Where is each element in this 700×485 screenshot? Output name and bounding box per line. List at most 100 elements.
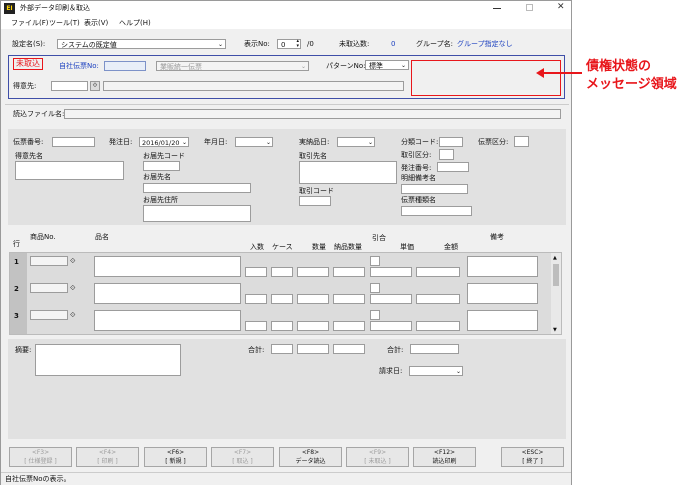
delivery-qty-header: 納品数量 [334, 243, 362, 251]
in-qty-input[interactable] [245, 267, 267, 277]
unit-price-input[interactable] [370, 321, 412, 331]
case-input[interactable] [271, 294, 293, 304]
minimize-icon[interactable] [493, 8, 501, 9]
dest-code-input[interactable] [143, 161, 180, 171]
own-slip-input[interactable] [104, 61, 146, 71]
app-window: EI 外部データ印刷＆取込 ✕ ファイル(F) ツール(T) 表示(V) ヘルプ… [0, 0, 572, 485]
f12-read-print-button[interactable]: <F12> 読込印刷 [413, 447, 476, 467]
total1-label: 合計: [248, 346, 265, 354]
discount-checkbox[interactable] [370, 310, 380, 320]
order-date-picker[interactable]: 2016/01/20 ⌄ [139, 137, 189, 147]
delivery-qty-input[interactable] [333, 321, 365, 331]
slip-class-input[interactable] [514, 136, 529, 147]
remarks-input[interactable] [467, 256, 538, 277]
product-name-input[interactable] [94, 283, 241, 304]
in-qty-input[interactable] [245, 321, 267, 331]
dest-addr-label: お届先住所 [143, 196, 178, 204]
display-no-input[interactable]: 0 ▴ ▾ [277, 39, 301, 49]
menu-help[interactable]: ヘルプ(H) [119, 18, 151, 28]
unit-price-header: 単価 [400, 243, 414, 251]
chevron-down-icon: ⌄ [367, 139, 373, 146]
chevron-down-icon: ⌄ [265, 139, 271, 146]
vertical-scrollbar[interactable]: ▲ ▼ [551, 253, 561, 334]
slip-no-input[interactable] [52, 137, 95, 147]
customer-code-input[interactable] [51, 81, 88, 91]
annotation-arrow [536, 68, 582, 78]
search-icon[interactable]: ⟐ [70, 310, 76, 320]
remarks-input[interactable] [467, 283, 538, 304]
settings-label: 設定名(S): [12, 40, 46, 48]
trade-class-input[interactable] [439, 149, 454, 160]
product-name-input[interactable] [94, 310, 241, 331]
summary-label: 摘要: [15, 346, 32, 354]
product-name-input[interactable] [94, 256, 241, 277]
chevron-down-icon: ⌄ [217, 41, 223, 48]
close-icon[interactable]: ✕ [557, 2, 565, 12]
delivery-qty-input[interactable] [333, 267, 365, 277]
search-icon[interactable]: ⟐ [90, 81, 100, 91]
delivery-date-picker[interactable]: ⌄ [337, 137, 375, 147]
order-date-value: 2016/01/20 [142, 139, 180, 147]
discount-checkbox[interactable] [370, 283, 380, 293]
qty-input[interactable] [297, 294, 329, 304]
esc-exit-button[interactable]: <ESC> [ 終了 ] [501, 447, 564, 467]
customer-name-input[interactable] [15, 161, 124, 180]
button-label: [ 取込 ] [232, 458, 253, 465]
trading-name-label: 取引先名 [299, 152, 327, 160]
dest-addr-input[interactable] [143, 205, 251, 222]
qty-input[interactable] [297, 267, 329, 277]
remarks-input[interactable] [467, 310, 538, 331]
case-input[interactable] [271, 267, 293, 277]
scroll-up-icon[interactable]: ▲ [553, 253, 557, 263]
key-label: <F4> [98, 449, 117, 456]
amount-input[interactable] [416, 321, 460, 331]
settings-select[interactable]: システムの既定値 ⌄ [57, 39, 226, 49]
class-code-input[interactable] [439, 137, 463, 147]
amount-input[interactable] [416, 294, 460, 304]
maximize-icon[interactable] [526, 4, 533, 11]
f6-new-button[interactable]: <F6> [ 新規 ] [144, 447, 207, 467]
spinner-icon[interactable]: ▴ ▾ [296, 39, 299, 49]
product-no-input[interactable] [30, 256, 68, 266]
key-label: <F6> [166, 449, 185, 456]
trading-code-label: 取引コード [299, 187, 334, 195]
unit-price-input[interactable] [370, 294, 412, 304]
summary-input[interactable] [35, 344, 181, 376]
scroll-thumb[interactable] [553, 264, 559, 286]
qty-input[interactable] [297, 321, 329, 331]
key-label: <F12> [433, 449, 456, 456]
slip-type-value: 業販統一伝票 [160, 63, 202, 71]
order-no-input[interactable] [437, 162, 469, 172]
search-icon[interactable]: ⟐ [70, 283, 76, 293]
year-month-picker[interactable]: ⌄ [235, 137, 273, 147]
delivery-qty-input[interactable] [333, 294, 365, 304]
f4-print-button: <F4> [ 印刷 ] [76, 447, 139, 467]
detail-remarks-input[interactable] [401, 184, 468, 194]
menu-view[interactable]: 表示(V) [84, 18, 108, 28]
trading-name-input[interactable] [299, 161, 397, 184]
f8-read-data-button[interactable]: <F8> データ読込 [279, 447, 342, 467]
discount-checkbox[interactable] [370, 256, 380, 266]
product-no-input[interactable] [30, 310, 68, 320]
dest-name-input[interactable] [143, 183, 251, 193]
annotation-label: 債権状態の メッセージ領域 [586, 59, 677, 92]
slip-type-name-input[interactable] [401, 206, 472, 216]
trading-code-input[interactable] [299, 196, 331, 206]
f7-import-button: <F7> [ 取込 ] [211, 447, 274, 467]
unit-price-input[interactable] [370, 267, 412, 277]
order-date-label: 発注日: [109, 138, 133, 146]
search-icon[interactable]: ⟐ [70, 256, 76, 266]
bill-date-picker[interactable]: ⌄ [409, 366, 463, 376]
in-qty-input[interactable] [245, 294, 267, 304]
pattern-select[interactable]: 標準 ⌄ [365, 60, 409, 70]
scroll-down-icon[interactable]: ▼ [553, 325, 557, 335]
detail-remarks-label: 明細備考名 [401, 174, 436, 182]
slip-type-select: 業販統一伝票 ⌄ [156, 61, 309, 71]
row-number: 1 [14, 258, 19, 266]
menu-file[interactable]: ファイル(F) [11, 18, 49, 28]
menu-tools[interactable]: ツール(T) [49, 18, 80, 28]
amount-input[interactable] [416, 267, 460, 277]
customer-name-label: 得意先名 [15, 152, 43, 160]
case-input[interactable] [271, 321, 293, 331]
product-no-input[interactable] [30, 283, 68, 293]
